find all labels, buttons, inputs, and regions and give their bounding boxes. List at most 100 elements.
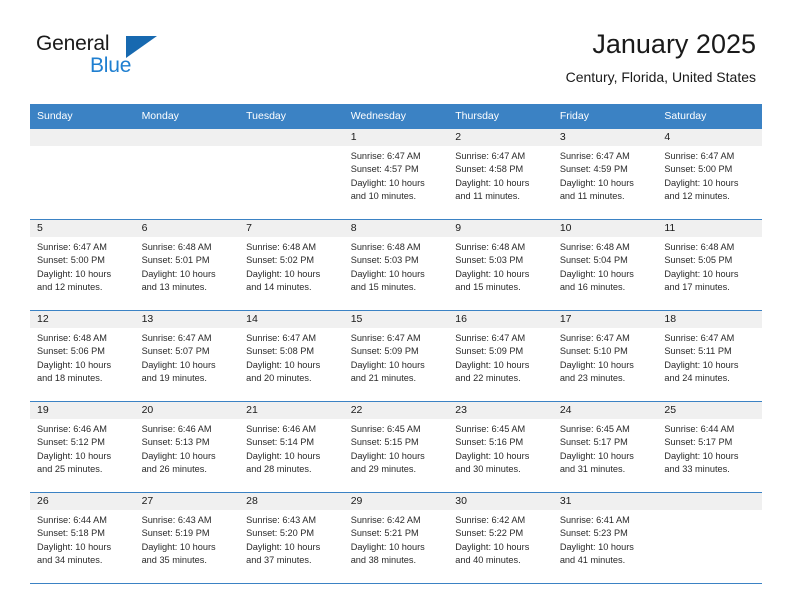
weekday-header-wednesday: Wednesday bbox=[343, 104, 449, 129]
sunset-text: Sunset: 5:13 PM bbox=[141, 437, 210, 448]
daylight-text: Daylight: 10 hours and 30 minutes. bbox=[455, 450, 530, 475]
day-cell[interactable]: 29 Sunrise: 6:42 AM Sunset: 5:21 PM Dayl… bbox=[343, 492, 449, 584]
weekday-header-sunday: Sunday bbox=[30, 104, 135, 129]
sunset-text: Sunset: 5:03 PM bbox=[455, 255, 524, 266]
sunset-text: Sunset: 5:17 PM bbox=[559, 437, 628, 448]
sunrise-text: Sunrise: 6:48 AM bbox=[559, 242, 630, 252]
day-cell[interactable]: 18 Sunrise: 6:47 AM Sunset: 5:11 PM Dayl… bbox=[657, 310, 762, 402]
sunset-text: Sunset: 5:22 PM bbox=[455, 528, 524, 539]
calendar-week-row: 19 Sunrise: 6:46 AM Sunset: 5:12 PM Dayl… bbox=[30, 401, 762, 493]
day-cell[interactable]: 25 Sunrise: 6:44 AM Sunset: 5:17 PM Dayl… bbox=[657, 401, 762, 493]
sunrise-text: Sunrise: 6:44 AM bbox=[37, 515, 107, 525]
daylight-text: Daylight: 10 hours and 15 minutes. bbox=[350, 268, 425, 293]
day-cell[interactable] bbox=[239, 128, 344, 220]
day-cell[interactable]: 26 Sunrise: 6:44 AM Sunset: 5:18 PM Dayl… bbox=[30, 492, 135, 584]
sunrise-text: Sunrise: 6:42 AM bbox=[455, 515, 526, 525]
daylight-text: Daylight: 10 hours and 19 minutes. bbox=[141, 359, 216, 384]
sunset-text: Sunset: 5:12 PM bbox=[37, 437, 105, 448]
day-cell[interactable]: 19 Sunrise: 6:46 AM Sunset: 5:12 PM Dayl… bbox=[30, 401, 135, 493]
sunset-text: Sunset: 5:11 PM bbox=[664, 346, 732, 357]
daylight-text: Daylight: 10 hours and 14 minutes. bbox=[246, 268, 321, 293]
day-cell[interactable] bbox=[657, 492, 762, 584]
day-cell[interactable]: 11 Sunrise: 6:48 AM Sunset: 5:05 PM Dayl… bbox=[657, 219, 762, 311]
sunset-text: Sunset: 5:03 PM bbox=[350, 255, 419, 266]
daylight-text: Daylight: 10 hours and 15 minutes. bbox=[455, 268, 530, 293]
sunset-text: Sunset: 5:07 PM bbox=[141, 346, 210, 357]
day-cell[interactable]: 4 Sunrise: 6:47 AM Sunset: 5:00 PM Dayli… bbox=[657, 128, 762, 220]
sunset-text: Sunset: 5:02 PM bbox=[246, 255, 315, 266]
daylight-text: Daylight: 10 hours and 28 minutes. bbox=[246, 450, 321, 475]
day-cell[interactable]: 6 Sunrise: 6:48 AM Sunset: 5:01 PM Dayli… bbox=[134, 219, 240, 311]
sunset-text: Sunset: 5:09 PM bbox=[455, 346, 524, 357]
day-cell[interactable]: 2 Sunrise: 6:47 AM Sunset: 4:58 PM Dayli… bbox=[448, 128, 553, 220]
sunset-text: Sunset: 4:59 PM bbox=[559, 164, 628, 175]
day-cell[interactable]: 17 Sunrise: 6:47 AM Sunset: 5:10 PM Dayl… bbox=[552, 310, 658, 402]
day-cell[interactable]: 5 Sunrise: 6:47 AM Sunset: 5:00 PM Dayli… bbox=[30, 219, 135, 311]
day-cell[interactable] bbox=[134, 128, 240, 220]
page-header: General Blue January 2025 Century, Flori… bbox=[0, 0, 792, 104]
day-cell[interactable]: 20 Sunrise: 6:46 AM Sunset: 5:13 PM Dayl… bbox=[134, 401, 240, 493]
day-number: 10 bbox=[552, 220, 658, 237]
sunset-text: Sunset: 5:14 PM bbox=[246, 437, 315, 448]
logo-text-blue: Blue bbox=[90, 54, 132, 77]
sunset-text: Sunset: 5:19 PM bbox=[141, 528, 210, 539]
day-cell[interactable]: 9 Sunrise: 6:48 AM Sunset: 5:03 PM Dayli… bbox=[448, 219, 553, 311]
day-cell[interactable]: 31 Sunrise: 6:41 AM Sunset: 5:23 PM Dayl… bbox=[552, 492, 658, 584]
day-cell[interactable]: 12 Sunrise: 6:48 AM Sunset: 5:06 PM Dayl… bbox=[30, 310, 135, 402]
sunrise-sunset-calendar-table: Sunday Monday Tuesday Wednesday Thursday… bbox=[30, 104, 762, 584]
calendar-page: General Blue January 2025 Century, Flori… bbox=[0, 0, 792, 612]
weekday-header-row: Sunday Monday Tuesday Wednesday Thursday… bbox=[30, 104, 762, 129]
day-cell[interactable]: 8 Sunrise: 6:48 AM Sunset: 5:03 PM Dayli… bbox=[343, 219, 449, 311]
day-number: 13 bbox=[134, 311, 240, 328]
day-number bbox=[657, 493, 762, 510]
day-cell[interactable]: 3 Sunrise: 6:47 AM Sunset: 4:59 PM Dayli… bbox=[552, 128, 658, 220]
sunset-text: Sunset: 5:10 PM bbox=[559, 346, 628, 357]
sunrise-text: Sunrise: 6:48 AM bbox=[350, 242, 421, 252]
weekday-header-tuesday: Tuesday bbox=[239, 104, 344, 129]
day-cell[interactable]: 24 Sunrise: 6:45 AM Sunset: 5:17 PM Dayl… bbox=[552, 401, 658, 493]
daylight-text: Daylight: 10 hours and 40 minutes. bbox=[455, 541, 530, 566]
sunset-text: Sunset: 5:09 PM bbox=[350, 346, 419, 357]
day-cell[interactable]: 15 Sunrise: 6:47 AM Sunset: 5:09 PM Dayl… bbox=[343, 310, 449, 402]
day-cell[interactable]: 28 Sunrise: 6:43 AM Sunset: 5:20 PM Dayl… bbox=[239, 492, 344, 584]
day-cell[interactable]: 22 Sunrise: 6:45 AM Sunset: 5:15 PM Dayl… bbox=[343, 401, 449, 493]
day-cell[interactable]: 30 Sunrise: 6:42 AM Sunset: 5:22 PM Dayl… bbox=[448, 492, 553, 584]
sunset-text: Sunset: 5:15 PM bbox=[350, 437, 419, 448]
day-cell[interactable]: 13 Sunrise: 6:47 AM Sunset: 5:07 PM Dayl… bbox=[134, 310, 240, 402]
day-number: 15 bbox=[343, 311, 449, 328]
day-number: 2 bbox=[448, 129, 553, 146]
day-cell[interactable]: 14 Sunrise: 6:47 AM Sunset: 5:08 PM Dayl… bbox=[239, 310, 344, 402]
daylight-text: Daylight: 10 hours and 35 minutes. bbox=[141, 541, 216, 566]
sunset-text: Sunset: 5:05 PM bbox=[664, 255, 733, 266]
day-number bbox=[30, 129, 135, 146]
day-number: 29 bbox=[343, 493, 449, 510]
sunset-text: Sunset: 5:18 PM bbox=[37, 528, 105, 539]
sunset-text: Sunset: 4:57 PM bbox=[350, 164, 419, 175]
day-cell[interactable]: 16 Sunrise: 6:47 AM Sunset: 5:09 PM Dayl… bbox=[448, 310, 553, 402]
sunrise-text: Sunrise: 6:47 AM bbox=[559, 151, 630, 161]
daylight-text: Daylight: 10 hours and 29 minutes. bbox=[350, 450, 425, 475]
day-number: 16 bbox=[448, 311, 553, 328]
sunrise-text: Sunrise: 6:43 AM bbox=[246, 515, 317, 525]
daylight-text: Daylight: 10 hours and 25 minutes. bbox=[37, 450, 112, 475]
day-cell[interactable]: 1 Sunrise: 6:47 AM Sunset: 4:57 PM Dayli… bbox=[343, 128, 449, 220]
day-number: 5 bbox=[30, 220, 135, 237]
day-cell[interactable] bbox=[30, 128, 135, 220]
daylight-text: Daylight: 10 hours and 16 minutes. bbox=[559, 268, 634, 293]
title-block: January 2025 Century, Florida, United St… bbox=[566, 28, 756, 87]
sunrise-text: Sunrise: 6:47 AM bbox=[559, 333, 630, 343]
day-number: 31 bbox=[552, 493, 658, 510]
sunrise-text: Sunrise: 6:46 AM bbox=[141, 424, 212, 434]
page-title: January 2025 bbox=[592, 29, 756, 59]
day-cell[interactable]: 10 Sunrise: 6:48 AM Sunset: 5:04 PM Dayl… bbox=[552, 219, 658, 311]
sunrise-text: Sunrise: 6:48 AM bbox=[141, 242, 212, 252]
generalblue-logo[interactable]: General Blue bbox=[36, 32, 216, 84]
daylight-text: Daylight: 10 hours and 17 minutes. bbox=[664, 268, 739, 293]
sunrise-text: Sunrise: 6:48 AM bbox=[246, 242, 317, 252]
day-cell[interactable]: 7 Sunrise: 6:48 AM Sunset: 5:02 PM Dayli… bbox=[239, 219, 344, 311]
daylight-text: Daylight: 10 hours and 20 minutes. bbox=[246, 359, 321, 384]
day-number: 27 bbox=[134, 493, 240, 510]
day-cell[interactable]: 21 Sunrise: 6:46 AM Sunset: 5:14 PM Dayl… bbox=[239, 401, 344, 493]
day-cell[interactable]: 23 Sunrise: 6:45 AM Sunset: 5:16 PM Dayl… bbox=[448, 401, 553, 493]
day-cell[interactable]: 27 Sunrise: 6:43 AM Sunset: 5:19 PM Dayl… bbox=[134, 492, 240, 584]
